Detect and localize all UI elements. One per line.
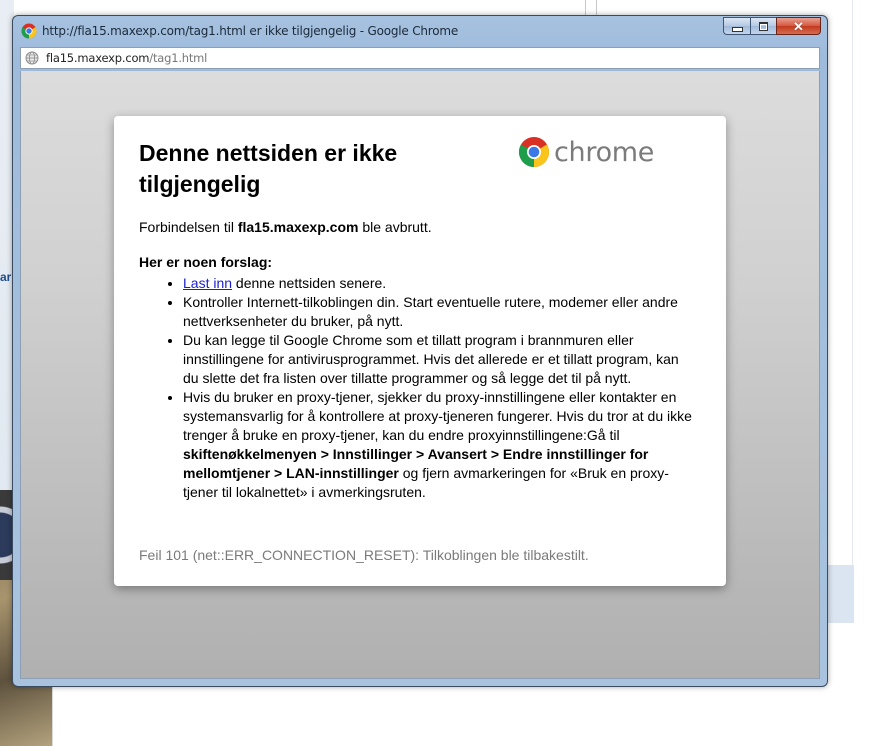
check-connection-text: Kontroller Internett-tilkoblingen din. S… <box>183 294 678 329</box>
intro-before: Forbindelsen til <box>139 219 238 235</box>
suggestions-list: Last inn denne nettsiden senere. Kontrol… <box>139 274 701 502</box>
chrome-logo-text: chrome <box>554 136 655 168</box>
minimize-icon <box>731 26 743 32</box>
window-title: http://fla15.maxexp.com/tag1.html er ikk… <box>42 24 459 38</box>
background-top-fragment <box>585 0 597 16</box>
list-item: Hvis du bruker en proxy-tjener, sjekker … <box>183 388 701 502</box>
firewall-text: Du kan legge til Google Chrome som et ti… <box>183 332 679 386</box>
page-title: Denne nettsiden er ikke tilgjengelig <box>139 140 398 197</box>
list-item: Du kan legge til Google Chrome som et ti… <box>183 331 701 388</box>
window-controls: ✕ <box>723 17 821 37</box>
maximize-button[interactable] <box>750 17 776 35</box>
close-button[interactable]: ✕ <box>776 17 821 35</box>
connection-message: Forbindelsen til fla15.maxexp.com ble av… <box>139 218 701 236</box>
error-code-text: Feil 101 (net::ERR_CONNECTION_RESET): Ti… <box>139 547 589 563</box>
url-host: fla15.maxexp.com <box>46 51 150 65</box>
reload-text: denne nettsiden senere. <box>232 275 387 291</box>
background-divider <box>852 0 853 620</box>
globe-icon <box>25 51 39 65</box>
page-content: Denne nettsiden er ikke tilgjengelig chr… <box>20 71 820 679</box>
proxy-text-before: Hvis du bruker en proxy-tjener, sjekker … <box>183 389 692 443</box>
close-icon: ✕ <box>793 18 804 34</box>
error-card: Denne nettsiden er ikke tilgjengelig chr… <box>114 116 726 586</box>
chrome-popup-window: http://fla15.maxexp.com/tag1.html er ikk… <box>12 15 828 687</box>
background-panel-fragment <box>826 565 854 623</box>
background-text-fragment: ar <box>0 270 12 284</box>
maximize-icon <box>759 21 768 31</box>
title-bar[interactable]: http://fla15.maxexp.com/tag1.html er ikk… <box>13 16 827 44</box>
list-item: Last inn denne nettsiden senere. <box>183 274 701 293</box>
chrome-wheel-icon <box>518 137 550 167</box>
chrome-logo: chrome <box>518 135 654 169</box>
intro-host: fla15.maxexp.com <box>237 219 359 235</box>
reload-link[interactable]: Last inn <box>183 275 232 291</box>
address-bar[interactable]: fla15.maxexp.com/tag1.html <box>20 47 820 69</box>
url-text[interactable]: fla15.maxexp.com/tag1.html <box>46 51 207 65</box>
background-divider-bottom <box>52 686 53 746</box>
intro-after: ble avbrutt. <box>358 219 432 235</box>
suggestions-heading: Her er noen forslag: <box>139 254 273 270</box>
minimize-button[interactable] <box>723 17 750 35</box>
url-path: /tag1.html <box>149 51 208 65</box>
chrome-logo-icon <box>21 23 37 39</box>
list-item: Kontroller Internett-tilkoblingen din. S… <box>183 293 701 331</box>
